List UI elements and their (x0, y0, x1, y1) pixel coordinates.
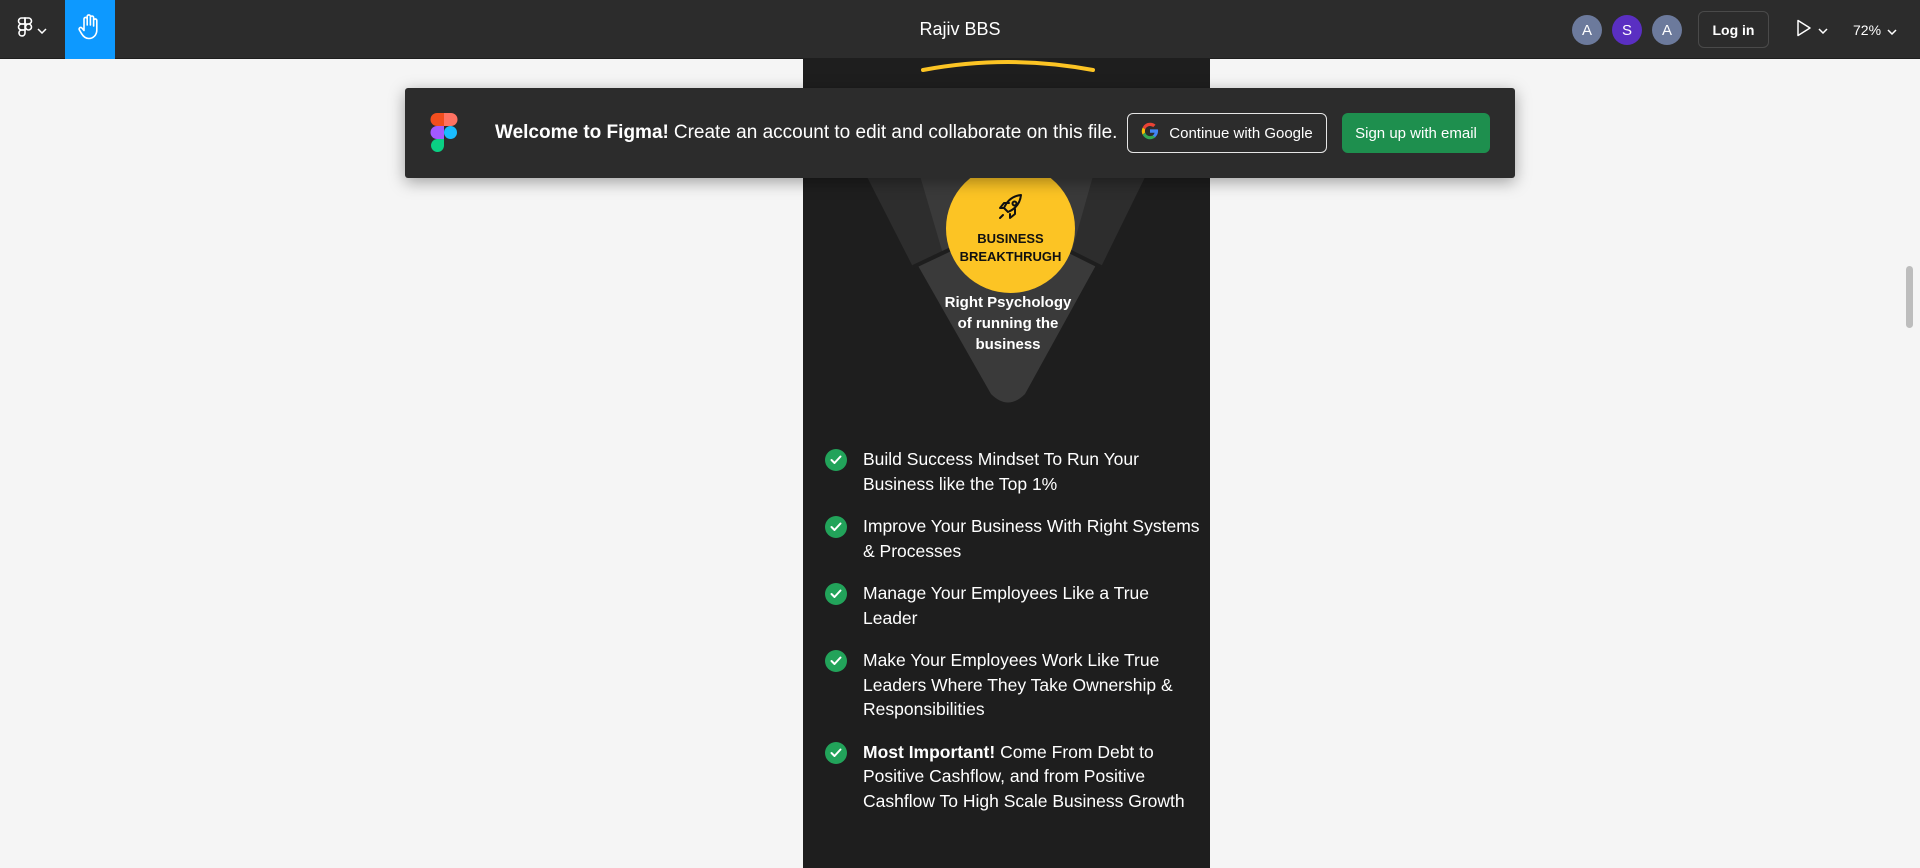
login-button[interactable]: Log in (1698, 11, 1769, 48)
chevron-down-icon (1818, 21, 1828, 39)
zoom-level: 72% (1853, 22, 1882, 38)
avatar[interactable]: A (1652, 15, 1682, 45)
check-circle-icon (825, 650, 847, 672)
list-item-text: Make Your Employees Work Like True Leade… (863, 650, 1173, 719)
figma-menu-icon (17, 17, 33, 42)
design-frame: BUSINESS BREAKTHRUGH Right Psychology of… (803, 59, 1210, 868)
zoom-menu[interactable]: 72% (1853, 15, 1897, 45)
google-g-icon (1141, 122, 1159, 144)
list-item-text: Manage Your Employees Like a True Leader (863, 583, 1150, 628)
list-item: Most Important! Come From Debt to Positi… (825, 740, 1200, 814)
list-item-text: Build Success Mindset To Run Your Busine… (863, 449, 1139, 494)
benefits-list: Build Success Mindset To Run Your Busine… (825, 447, 1200, 831)
continue-with-google-button[interactable]: Continue with Google (1127, 113, 1327, 153)
check-circle-icon (825, 741, 847, 764)
rocket-icon (995, 191, 1027, 228)
hand-tool-button[interactable] (65, 0, 115, 59)
list-item: Build Success Mindset To Run Your Busine… (825, 447, 1200, 496)
list-item: Improve Your Business With Right Systems… (825, 514, 1200, 563)
top-toolbar: Rajiv BBS A S A Log in 72% (0, 0, 1920, 59)
avatar[interactable]: A (1572, 15, 1602, 45)
business-breakthrough-badge: BUSINESS BREAKTHRUGH (946, 164, 1075, 293)
funnel-caption: Right Psychology of running the business (903, 292, 1113, 355)
list-item-text: Most Important! Come From Debt to Positi… (863, 740, 1200, 814)
check-circle-icon (825, 583, 847, 605)
caption-line: of running the (957, 315, 1059, 332)
collaborator-avatars: A S A (1572, 15, 1682, 45)
chevron-down-icon (37, 21, 47, 39)
list-item-text: Improve Your Business With Right Systems… (863, 516, 1200, 561)
badge-line: BUSINESS (977, 231, 1044, 246)
google-button-label: Continue with Google (1169, 124, 1313, 142)
caption-line: Right Psychology (944, 294, 1072, 311)
check-circle-icon (825, 516, 847, 538)
hand-tool-icon (77, 13, 103, 46)
vertical-scrollbar[interactable] (1906, 266, 1913, 328)
caption-line: business (975, 336, 1041, 353)
welcome-text: Create an account to edit and collaborat… (673, 122, 1118, 143)
sign-up-email-button[interactable]: Sign up with email (1342, 113, 1490, 153)
welcome-message: Welcome to Figma! Create an account to e… (495, 88, 1117, 178)
chevron-down-icon (1887, 22, 1897, 38)
badge-line: BREAKTHRUGH (959, 249, 1062, 264)
avatar[interactable]: S (1612, 15, 1642, 45)
play-icon (1796, 19, 1812, 42)
badge-title: BUSINESS BREAKTHRUGH (960, 230, 1062, 266)
check-circle-icon (825, 449, 847, 471)
list-item: Make Your Employees Work Like True Leade… (825, 648, 1200, 722)
list-item: Manage Your Employees Like a True Leader (825, 581, 1200, 630)
main-menu-button[interactable] (0, 0, 64, 59)
figma-logo-icon (430, 113, 458, 158)
list-item-bold: Most Important! (863, 741, 996, 762)
welcome-banner: Welcome to Figma! Create an account to e… (405, 88, 1515, 178)
present-button[interactable] (1796, 15, 1828, 45)
welcome-bold: Welcome to Figma! (495, 122, 669, 143)
